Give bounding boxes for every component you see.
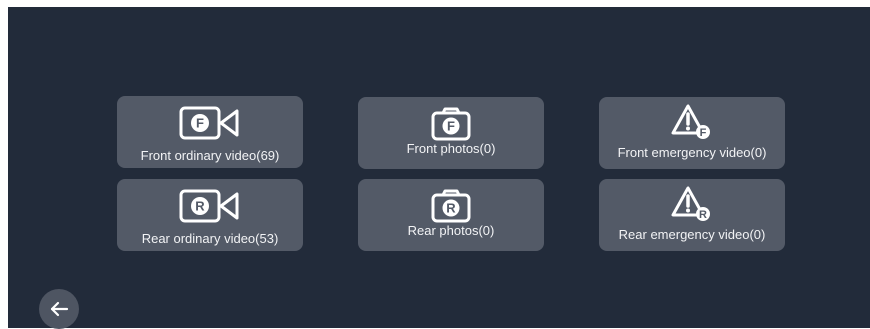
- rear-emergency-video-label: Rear emergency video(0): [618, 227, 766, 242]
- file-browser-screen: F Front ordinary video(69) F Front photo…: [8, 7, 870, 329]
- rear-photos-button[interactable]: R Rear photos(0): [358, 179, 544, 251]
- rear-ordinary-video-button[interactable]: R Rear ordinary video(53): [117, 179, 303, 251]
- svg-text:F: F: [447, 119, 455, 134]
- front-video-camera-icon: F: [179, 106, 241, 140]
- svg-text:F: F: [700, 127, 707, 139]
- front-photos-label: Front photos(0): [406, 141, 496, 156]
- rear-photos-label: Rear photos(0): [407, 223, 495, 238]
- rear-ordinary-video-label: Rear ordinary video(53): [141, 231, 279, 246]
- front-emergency-warning-icon: F: [671, 103, 713, 141]
- rear-emergency-video-button[interactable]: R Rear emergency video(0): [599, 179, 785, 251]
- front-ordinary-video-button[interactable]: F Front ordinary video(69): [117, 96, 303, 168]
- svg-text:R: R: [446, 201, 456, 216]
- back-button[interactable]: [39, 289, 79, 329]
- rear-video-camera-icon: R: [179, 189, 241, 223]
- svg-text:F: F: [196, 116, 204, 131]
- svg-text:R: R: [699, 209, 707, 221]
- front-emergency-video-label: Front emergency video(0): [617, 145, 767, 160]
- front-camera-icon: F: [431, 107, 471, 141]
- rear-emergency-warning-icon: R: [671, 185, 713, 223]
- front-photos-button[interactable]: F Front photos(0): [358, 97, 544, 169]
- svg-text:R: R: [195, 199, 205, 214]
- front-ordinary-video-label: Front ordinary video(69): [140, 148, 280, 163]
- front-emergency-video-button[interactable]: F Front emergency video(0): [599, 97, 785, 169]
- rear-camera-icon: R: [431, 189, 471, 223]
